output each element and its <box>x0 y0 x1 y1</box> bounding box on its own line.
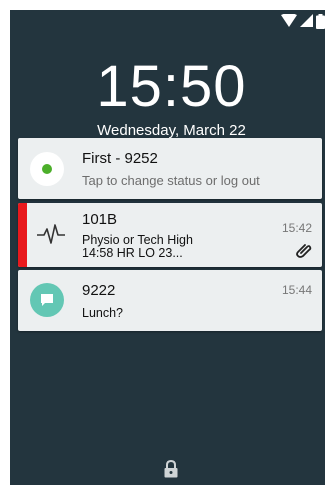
notification-message-text: Lunch? <box>82 306 124 320</box>
notification-time: 15:44 <box>281 283 312 297</box>
lockscreen-date: Wednesday, March 22 <box>97 122 246 139</box>
wifi-icon <box>281 14 297 27</box>
notification-subtitle: Tap to change status or log out <box>82 173 260 188</box>
alarm-priority-bar <box>18 203 27 267</box>
notification-status-card[interactable]: First - 9252 Tap to change status or log… <box>18 138 322 199</box>
notification-title: First - 9252 <box>82 150 158 167</box>
status-bar <box>281 10 325 32</box>
notification-line-1: Physio or Tech High <box>82 233 193 247</box>
lock-screen: 15:50 Wednesday, March 22 First - 9252 T… <box>10 10 325 485</box>
lock-icon[interactable] <box>164 460 178 478</box>
battery-icon <box>316 13 325 29</box>
lockscreen-clock: 15:50 <box>96 54 247 119</box>
notification-title: 101B <box>82 211 118 228</box>
online-status-dot-icon <box>30 152 64 186</box>
message-bubble-icon <box>30 283 64 317</box>
cellular-signal-icon <box>300 14 313 27</box>
notification-line-2: 14:58 HR LO 23... <box>82 246 183 260</box>
notification-message-card[interactable]: 9222 Lunch? 15:44 <box>18 270 322 331</box>
notification-title: 9222 <box>82 282 116 299</box>
notification-time: 15:42 <box>281 221 312 235</box>
paperclip-icon[interactable] <box>296 242 312 258</box>
notification-alarm-card[interactable]: 101B Physio or Tech High 14:58 HR LO 23.… <box>18 203 322 267</box>
heartbeat-icon <box>37 224 65 244</box>
